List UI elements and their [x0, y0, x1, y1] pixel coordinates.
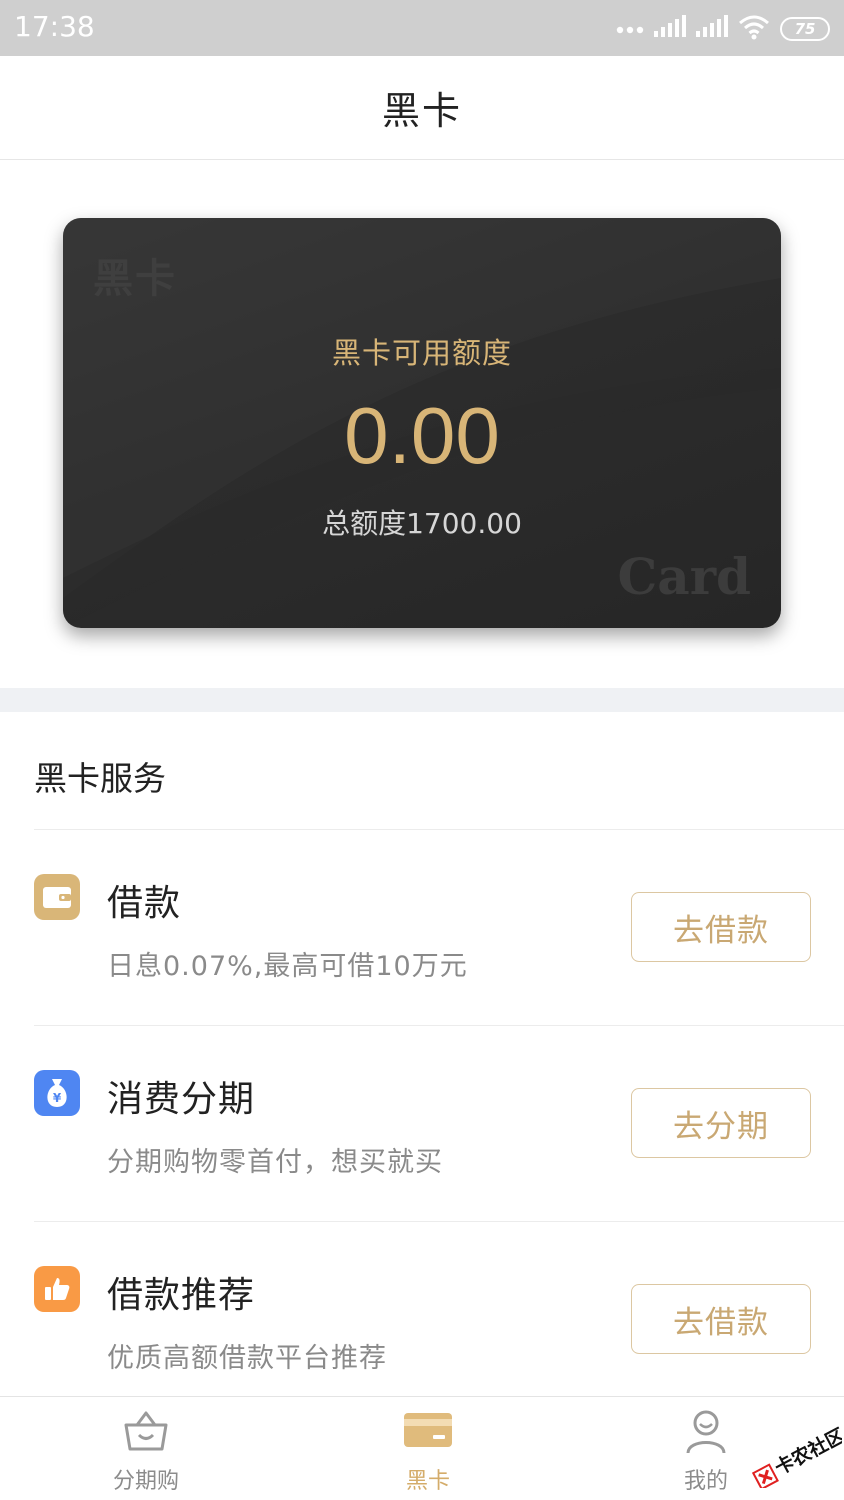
- service-title-loan: 借款: [107, 883, 182, 924]
- battery-icon: 75: [780, 17, 830, 41]
- tab-installment-shop[interactable]: 分期购: [46, 1397, 246, 1500]
- card-icon: [403, 1409, 453, 1455]
- go-recommend-loan-button[interactable]: 去借款: [631, 1284, 811, 1354]
- go-loan-button[interactable]: 去借款: [631, 892, 811, 962]
- signal-icon: [654, 15, 686, 43]
- service-title-installment: 消费分期: [107, 1079, 256, 1120]
- service-title-recommend: 借款推荐: [107, 1275, 256, 1316]
- divider: [34, 1025, 844, 1026]
- status-bar: 17:38 75: [0, 0, 844, 56]
- basket-icon: [122, 1409, 170, 1457]
- card-watermark-en: Card: [617, 547, 752, 606]
- wifi-icon: [738, 14, 770, 44]
- status-icons: 75: [616, 14, 830, 44]
- available-credit-label: 黑卡可用额度: [331, 336, 512, 370]
- tab-bar: 分期购 黑卡 我的: [0, 1396, 844, 1500]
- divider: [34, 1221, 844, 1222]
- user-icon: [684, 1409, 728, 1459]
- wallet-icon: [34, 874, 80, 920]
- services-section-title: 黑卡服务: [34, 759, 166, 798]
- total-credit: 总额度1700.00: [322, 507, 522, 540]
- signal-icon: [696, 15, 728, 43]
- status-time: 17:38: [14, 10, 95, 43]
- tab-label: 黑卡: [405, 1469, 450, 1494]
- service-desc-loan: 日息0.07%,最高可借10万元: [107, 951, 468, 982]
- service-desc-installment: 分期购物零首付，想买就买: [107, 1147, 443, 1178]
- thumbs-up-icon: [34, 1266, 80, 1312]
- svg-text:¥: ¥: [53, 1091, 62, 1105]
- go-installment-button[interactable]: 去分期: [631, 1088, 811, 1158]
- svg-text:卡农社区: 卡农社区: [771, 1424, 842, 1480]
- community-watermark-logo: 卡农社区: [742, 1408, 844, 1491]
- black-card: 黑卡 Card 黑卡可用额度 0.00 总额度1700.00: [63, 218, 781, 628]
- card-watermark-cn: 黑卡: [93, 255, 177, 302]
- tab-label: 分期购: [112, 1469, 179, 1494]
- service-desc-recommend: 优质高额借款平台推荐: [107, 1343, 387, 1374]
- money-bag-icon: ¥: [34, 1070, 80, 1116]
- tab-black-card[interactable]: 黑卡: [328, 1397, 528, 1500]
- page-title: 黑卡: [381, 89, 462, 133]
- nav-bar: 黑卡: [0, 56, 844, 160]
- divider: [34, 829, 844, 830]
- section-separator: [0, 688, 844, 712]
- more-dots-icon: [616, 20, 644, 39]
- available-credit-amount: 0.00: [344, 391, 500, 480]
